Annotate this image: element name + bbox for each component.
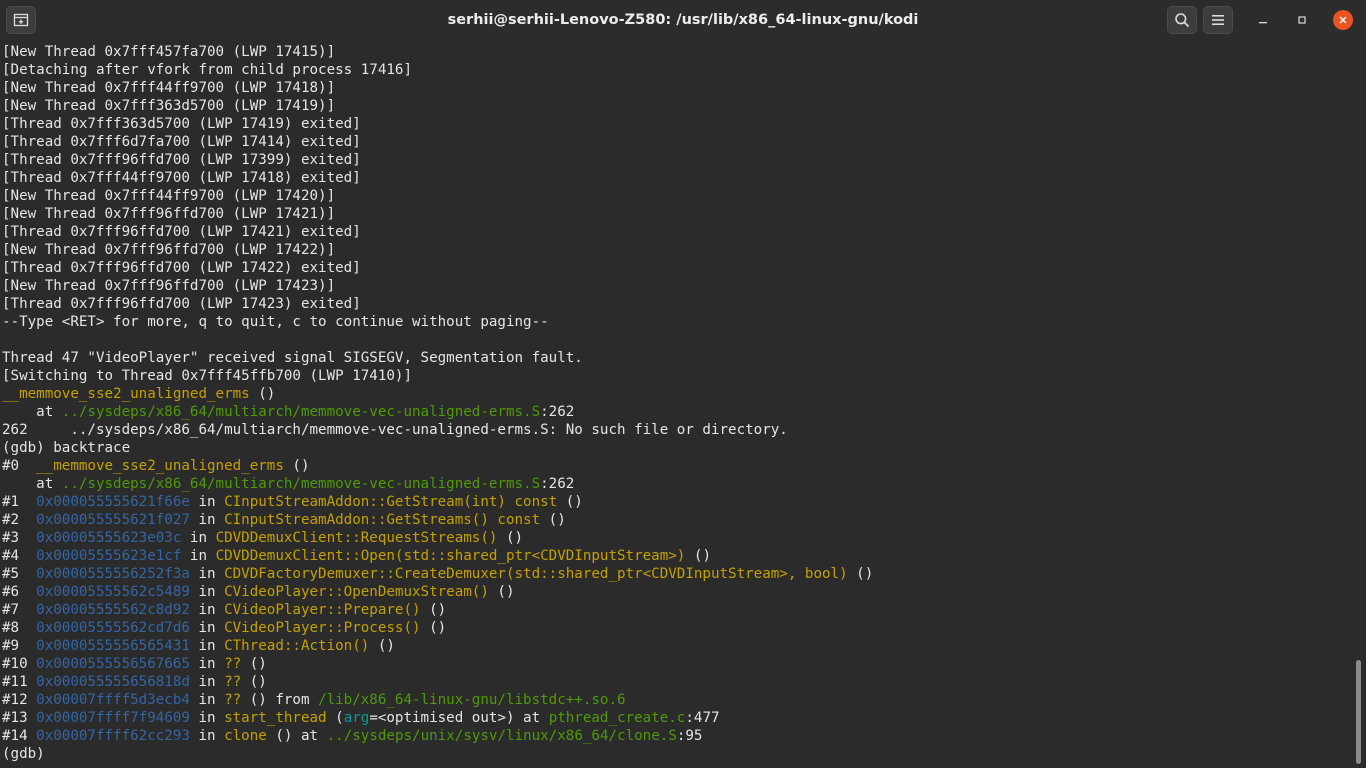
menu-button[interactable] [1203, 6, 1233, 34]
frame-address: 0x0000555556565431 [36, 638, 190, 654]
function-name: start_thread [224, 710, 327, 726]
backtrace-frame: #5 0x0000555556252f3a in CDVDFactoryDemu… [2, 566, 874, 582]
argument-name: arg [343, 710, 370, 726]
backtrace-frame: #13 0x00007ffff7f94609 in start_thread (… [2, 710, 720, 726]
terminal-line: [Thread 0x7fff96ffd700 (LWP 17422) exite… [2, 260, 361, 276]
pager-prompt: --Type <RET> for more, q to quit, c to c… [2, 314, 549, 330]
close-icon [1339, 16, 1347, 24]
minimize-button[interactable] [1253, 10, 1273, 30]
terminal-line: [New Thread 0x7fff96ffd700 (LWP 17423)] [2, 278, 336, 294]
terminal-line: [Thread 0x7fff96ffd700 (LWP 17421) exite… [2, 224, 361, 240]
function-name: CDVDFactoryDemuxer::CreateDemuxer(std::s… [224, 566, 848, 582]
window-title: serhii@serhii-Lenovo-Z580: /usr/lib/x86_… [447, 12, 919, 28]
terminal-line: [New Thread 0x7fff96ffd700 (LWP 17422)] [2, 242, 336, 258]
frame-address: 0x0000555556567665 [36, 656, 190, 672]
backtrace-frame: #2 0x000055555621f027 in CInputStreamAdd… [2, 512, 566, 528]
frame-address: 0x00005555562c5489 [36, 584, 190, 600]
function-name: CVideoPlayer::Prepare() [224, 602, 421, 618]
source-path: pthread_create.c [548, 710, 686, 726]
frame-address: 0x00007ffff7f94609 [36, 710, 190, 726]
terminal-line: [New Thread 0x7fff96ffd700 (LWP 17421)] [2, 206, 336, 222]
terminal-line: [New Thread 0x7fff457fa700 (LWP 17415)] [2, 44, 336, 60]
backtrace-frame: #8 0x00005555562cd7d6 in CVideoPlayer::P… [2, 620, 447, 636]
function-name: __memmove_sse2_unaligned_erms [2, 386, 250, 402]
library-path: /lib/x86_64-linux-gnu/libstdc++.so.6 [318, 692, 626, 708]
terminal-line: [Thread 0x7fff96ffd700 (LWP 17399) exite… [2, 152, 361, 168]
minimize-icon [1259, 22, 1267, 24]
terminal-line: [Switching to Thread 0x7fff45ffb700 (LWP… [2, 368, 412, 384]
function-name: ?? [224, 656, 242, 672]
frame-address: 0x00005555623e1cf [36, 548, 182, 564]
crash-function-line: __memmove_sse2_unaligned_erms () [2, 386, 276, 402]
frame-address: 0x00007ffff5d3ecb4 [36, 692, 190, 708]
crash-location-line: at ../sysdeps/x86_64/multiarch/memmove-v… [2, 404, 575, 420]
backtrace-frame: #6 0x00005555562c5489 in CVideoPlayer::O… [2, 584, 515, 600]
frame-address: 0x00005555562c8d92 [36, 602, 190, 618]
frame-address: 0x000055555621f66e [36, 494, 190, 510]
terminal-line: [New Thread 0x7fff363d5700 (LWP 17419)] [2, 98, 336, 114]
backtrace-frame: #7 0x00005555562c8d92 in CVideoPlayer::P… [2, 602, 447, 618]
terminal-line: [Thread 0x7fff44ff9700 (LWP 17418) exite… [2, 170, 361, 186]
terminal-line: [Thread 0x7fff6d7fa700 (LWP 17414) exite… [2, 134, 361, 150]
hamburger-menu-icon [1212, 15, 1224, 25]
terminal-line: [New Thread 0x7fff44ff9700 (LWP 17420)] [2, 188, 336, 204]
frame-address: 0x00007ffff62cc293 [36, 728, 190, 744]
terminal-line: [New Thread 0x7fff44ff9700 (LWP 17418)] [2, 80, 336, 96]
backtrace-frame: #0 __memmove_sse2_unaligned_erms () [2, 458, 310, 474]
function-name: CInputStreamAddon::GetStreams() const [224, 512, 541, 528]
frame-address: 0x00005555623e03c [36, 530, 182, 546]
close-button[interactable] [1333, 10, 1353, 30]
title-bar: serhii@serhii-Lenovo-Z580: /usr/lib/x86_… [0, 0, 1366, 40]
frame-address: 0x000055555621f027 [36, 512, 190, 528]
source-path: ../sysdeps/x86_64/multiarch/memmove-vec-… [61, 404, 541, 420]
backtrace-frame: #10 0x0000555556567665 in ?? () [2, 656, 267, 672]
frame-address: 0x0000555556252f3a [36, 566, 190, 582]
search-button[interactable] [1167, 6, 1197, 34]
function-name: CVideoPlayer::Process() [224, 620, 421, 636]
terminal-line: [Detaching after vfork from child proces… [2, 62, 412, 78]
signal-message: Thread 47 "VideoPlayer" received signal … [2, 350, 583, 366]
frame-address: 0x00005555562cd7d6 [36, 620, 190, 636]
function-name: CDVDDemuxClient::RequestStreams() [215, 530, 498, 546]
backtrace-frame: #11 0x000055555656818d in ?? () [2, 674, 267, 690]
function-name: CDVDDemuxClient::Open(std::shared_ptr<CD… [215, 548, 686, 564]
backtrace-frame: #14 0x00007ffff62cc293 in clone () at ..… [2, 728, 703, 744]
no-source-message: 262 ../sysdeps/x86_64/multiarch/memmove-… [2, 422, 788, 438]
backtrace-frame: #3 0x00005555623e03c in CDVDDemuxClient:… [2, 530, 524, 546]
function-name: ?? [224, 692, 242, 708]
backtrace-frame: #12 0x00007ffff5d3ecb4 in ?? () from /li… [2, 692, 626, 708]
backtrace-frame-location: at ../sysdeps/x86_64/multiarch/memmove-v… [2, 476, 575, 492]
terminal-line: [Thread 0x7fff363d5700 (LWP 17419) exite… [2, 116, 361, 132]
backtrace-frame: #9 0x0000555556565431 in CThread::Action… [2, 638, 395, 654]
terminal-line: [Thread 0x7fff96ffd700 (LWP 17423) exite… [2, 296, 361, 312]
source-path: ../sysdeps/x86_64/multiarch/memmove-vec-… [61, 476, 541, 492]
terminal-output[interactable]: [New Thread 0x7fff457fa700 (LWP 17415)] … [2, 43, 1352, 765]
backtrace-frame: #4 0x00005555623e1cf in CDVDDemuxClient:… [2, 548, 711, 564]
search-icon [1175, 13, 1190, 28]
maximize-button[interactable] [1292, 10, 1312, 30]
frame-address: 0x000055555656818d [36, 674, 190, 690]
scrollbar-thumb[interactable] [1356, 660, 1361, 764]
backtrace-frame: #1 0x000055555621f66e in CInputStreamAdd… [2, 494, 583, 510]
source-path: ../sysdeps/unix/sysv/linux/x86_64/clone.… [326, 728, 677, 744]
function-name: ?? [224, 674, 242, 690]
function-name: __memmove_sse2_unaligned_erms [36, 458, 284, 474]
maximize-icon [1298, 16, 1306, 24]
gdb-command: (gdb) backtrace [2, 440, 131, 456]
function-name: CVideoPlayer::OpenDemuxStream() [224, 584, 489, 600]
function-name: CInputStreamAddon::GetStream(int) const [224, 494, 558, 510]
function-name: clone [224, 728, 267, 744]
function-name: CThread::Action() [224, 638, 370, 654]
gdb-prompt[interactable]: (gdb) [2, 745, 1352, 763]
